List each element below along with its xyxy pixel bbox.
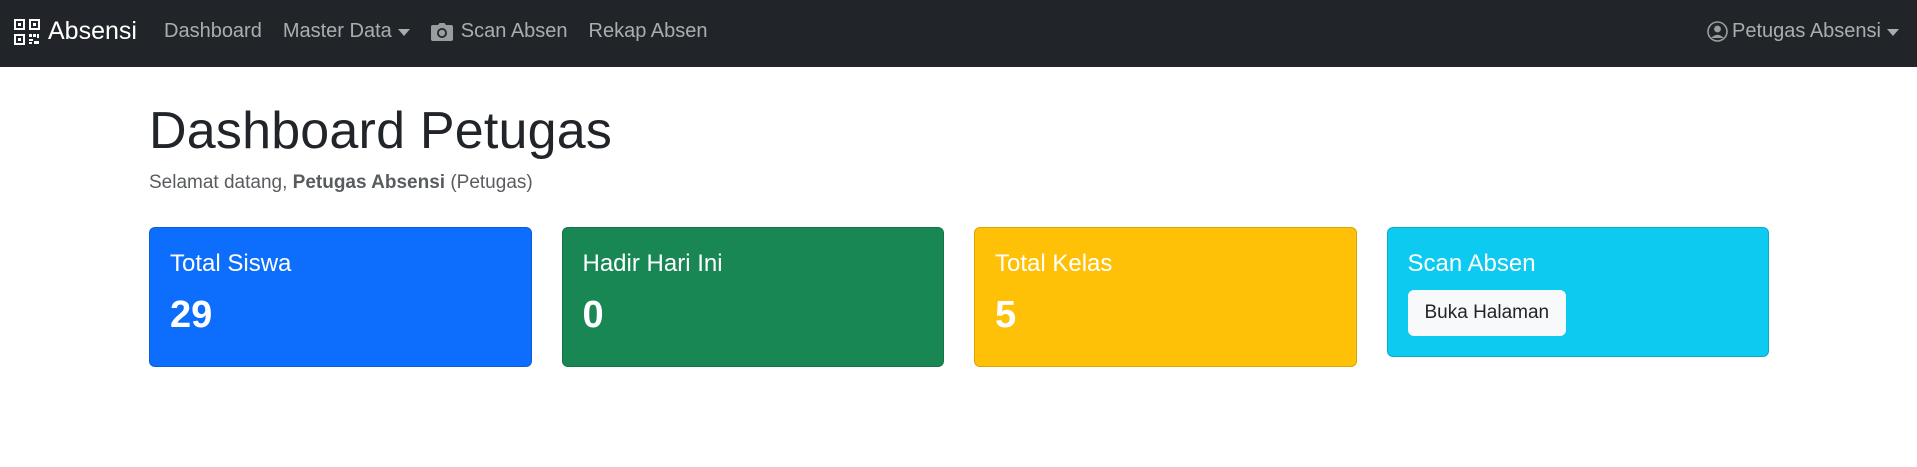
stat-cards: Total Siswa 29 Hadir Hari Ini 0 Total Ke…	[149, 227, 1769, 367]
camera-icon	[430, 22, 453, 41]
welcome-text: Selamat datang, Petugas Absensi (Petugas…	[149, 172, 1769, 194]
card-title: Hadir Hari Ini	[582, 250, 723, 277]
nav-master-data-label: Master Data	[282, 20, 392, 42]
card-total-kelas: Total Kelas 5	[974, 227, 1357, 367]
card-value: 29	[170, 294, 213, 336]
card-total-siswa: Total Siswa 29	[149, 227, 532, 367]
nav-links: Dashboard Master Data Scan Absen Rekap A…	[164, 20, 729, 43]
nav-master-data-dropdown[interactable]: Master Data	[283, 20, 410, 43]
main-content: Dashboard Petugas Selamat datang, Petuga…	[149, 67, 1769, 367]
user-menu-dropdown[interactable]: Petugas Absensi	[1707, 20, 1899, 43]
brand-link[interactable]: Absensi	[14, 17, 137, 46]
nav-rekap-absen-label: Rekap Absen	[588, 20, 708, 42]
card-scan-absen: Scan Absen Buka Halaman	[1386, 227, 1769, 357]
welcome-user-name: Petugas Absensi	[292, 172, 446, 193]
nav-scan-absen[interactable]: Scan Absen	[430, 20, 568, 43]
nav-dashboard-label: Dashboard	[164, 20, 262, 42]
user-circle-icon	[1707, 21, 1728, 42]
open-page-button[interactable]: Buka Halaman	[1407, 290, 1567, 336]
card-title: Total Siswa	[170, 250, 292, 277]
user-name-label: Petugas Absensi	[1732, 20, 1881, 42]
caret-down-icon	[1887, 29, 1899, 36]
card-title: Scan Absen	[1407, 250, 1536, 277]
caret-down-icon	[397, 29, 410, 36]
top-navbar: Absensi Dashboard Master Data Scan Absen…	[0, 0, 1917, 67]
nav-scan-absen-label: Scan Absen	[460, 20, 568, 42]
brand-label: Absensi	[48, 17, 137, 45]
nav-rekap-absen[interactable]: Rekap Absen	[589, 20, 708, 43]
welcome-prefix: Selamat datang,	[149, 172, 293, 193]
page-title: Dashboard Petugas	[149, 102, 613, 160]
card-hadir-hari-ini: Hadir Hari Ini 0	[561, 227, 944, 367]
card-value: 5	[995, 294, 1017, 336]
welcome-role: (Petugas)	[445, 172, 533, 193]
nav-dashboard[interactable]: Dashboard	[164, 20, 262, 43]
qr-code-icon	[14, 18, 40, 45]
card-value: 0	[582, 294, 604, 336]
card-title: Total Kelas	[995, 250, 1113, 277]
